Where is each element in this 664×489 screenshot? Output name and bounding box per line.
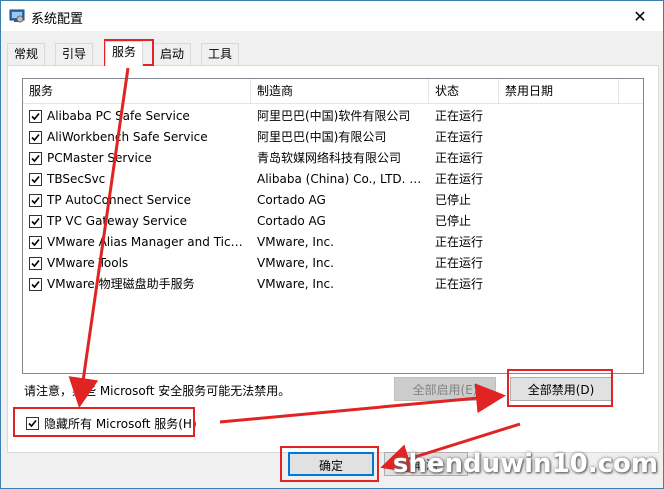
- service-name: TP VC Gateway Service: [47, 214, 187, 228]
- checkmark-icon: [31, 217, 40, 226]
- service-disabled-date: [505, 253, 615, 274]
- service-disabled-date: [505, 106, 615, 127]
- table-row[interactable]: VMware Alias Manager and Tick... VMware, …: [23, 232, 643, 253]
- service-disabled-date: [505, 148, 615, 169]
- close-button[interactable]: ✕: [617, 1, 663, 31]
- title-bar[interactable]: 系统配置 ✕: [1, 1, 663, 31]
- services-list-header: 服务 制造商 状态 禁用日期: [23, 79, 643, 104]
- service-checkbox[interactable]: [29, 110, 42, 123]
- system-config-app-icon: [9, 9, 25, 23]
- service-name: VMware Tools: [47, 256, 129, 270]
- service-status: 已停止: [435, 214, 472, 228]
- table-row[interactable]: PCMaster Service 青岛软媒网络科技有限公司 正在运行: [23, 148, 643, 169]
- service-status: 正在运行: [435, 109, 484, 123]
- service-disabled-date: [505, 169, 615, 190]
- checkmark-icon: [31, 112, 40, 121]
- tab-strip: 常规 引导 服务 启动 工具: [7, 41, 657, 67]
- checkmark-icon: [31, 238, 40, 247]
- services-list[interactable]: 服务 制造商 状态 禁用日期 Alibaba PC Safe Service 阿里…: [22, 78, 644, 374]
- close-icon: ✕: [633, 6, 647, 26]
- annotation-box-hide-microsoft: [13, 407, 195, 437]
- service-manufacturer: 青岛软媒网络科技有限公司: [257, 151, 402, 165]
- notice-text: 请注意，某些 Microsoft 安全服务可能无法禁用。: [24, 384, 291, 398]
- tab-services[interactable]: 服务: [105, 41, 144, 66]
- column-header-service[interactable]: 服务: [23, 79, 251, 103]
- service-manufacturer: 阿里巴巴(中国)软件有限公司: [257, 109, 411, 123]
- checkmark-icon: [31, 175, 40, 184]
- service-checkbox[interactable]: [29, 131, 42, 144]
- service-status: 正在运行: [435, 235, 484, 249]
- checkmark-icon: [31, 280, 40, 289]
- service-checkbox[interactable]: [29, 173, 42, 186]
- enable-all-button[interactable]: 全部启用(E): [394, 377, 496, 401]
- tab-boot[interactable]: 引导: [55, 43, 94, 65]
- service-status: 正在运行: [435, 277, 484, 291]
- service-name: PCMaster Service: [47, 151, 152, 165]
- table-row[interactable]: VMware 物理磁盘助手服务 VMware, Inc. 正在运行: [23, 274, 643, 295]
- service-name: TP AutoConnect Service: [47, 193, 192, 207]
- service-status: 正在运行: [435, 256, 484, 270]
- service-status: 正在运行: [435, 130, 484, 144]
- annotation-box-ok: [280, 446, 379, 482]
- service-status: 正在运行: [435, 172, 484, 186]
- service-disabled-date: [505, 127, 615, 148]
- service-name: Alibaba PC Safe Service: [47, 109, 190, 123]
- service-manufacturer: Cortado AG: [257, 214, 326, 228]
- service-manufacturer: Alibaba (China) Co., LTD. A...: [257, 172, 425, 186]
- service-manufacturer: 阿里巴巴(中国)有限公司: [257, 130, 387, 144]
- window-title: 系统配置: [31, 12, 84, 27]
- checkmark-icon: [31, 196, 40, 205]
- column-header-disabled-date[interactable]: 禁用日期: [499, 79, 619, 103]
- annotation-box-disable-all: [507, 369, 613, 407]
- service-name: TBSecSvc: [47, 172, 106, 186]
- checkmark-icon: [31, 259, 40, 268]
- service-name: AliWorkbench Safe Service: [47, 130, 208, 144]
- checkmark-icon: [31, 133, 40, 142]
- service-checkbox[interactable]: [29, 215, 42, 228]
- table-row[interactable]: VMware Tools VMware, Inc. 正在运行: [23, 253, 643, 274]
- service-name: VMware 物理磁盘助手服务: [47, 277, 195, 291]
- service-disabled-date: [505, 274, 615, 295]
- service-checkbox[interactable]: [29, 257, 42, 270]
- service-checkbox[interactable]: [29, 194, 42, 207]
- service-name: VMware Alias Manager and Tick...: [47, 235, 247, 249]
- column-header-manufacturer[interactable]: 制造商: [251, 79, 429, 103]
- service-checkbox[interactable]: [29, 236, 42, 249]
- service-manufacturer: VMware, Inc.: [257, 277, 334, 291]
- service-checkbox[interactable]: [29, 152, 42, 165]
- service-disabled-date: [505, 211, 615, 232]
- service-checkbox[interactable]: [29, 278, 42, 291]
- service-disabled-date: [505, 190, 615, 211]
- tab-tools[interactable]: 工具: [201, 43, 240, 65]
- table-row[interactable]: TP VC Gateway Service Cortado AG 已停止: [23, 211, 643, 232]
- tab-startup[interactable]: 启动: [153, 43, 192, 65]
- checkmark-icon: [31, 154, 40, 163]
- table-row[interactable]: AliWorkbench Safe Service 阿里巴巴(中国)有限公司 正在运…: [23, 127, 643, 148]
- table-row[interactable]: TP AutoConnect Service Cortado AG 已停止: [23, 190, 643, 211]
- service-disabled-date: [505, 232, 615, 253]
- service-status: 已停止: [435, 193, 472, 207]
- service-status: 正在运行: [435, 151, 484, 165]
- tab-general[interactable]: 常规: [7, 43, 46, 65]
- table-row[interactable]: TBSecSvc Alibaba (China) Co., LTD. A... 正在…: [23, 169, 643, 190]
- table-row[interactable]: Alibaba PC Safe Service 阿里巴巴(中国)软件有限公司 正在运…: [23, 106, 643, 127]
- service-manufacturer: VMware, Inc.: [257, 256, 334, 270]
- watermark-text: shenduwin10.com: [392, 449, 658, 479]
- service-manufacturer: VMware, Inc.: [257, 235, 334, 249]
- column-header-status[interactable]: 状态: [429, 79, 499, 103]
- service-manufacturer: Cortado AG: [257, 193, 326, 207]
